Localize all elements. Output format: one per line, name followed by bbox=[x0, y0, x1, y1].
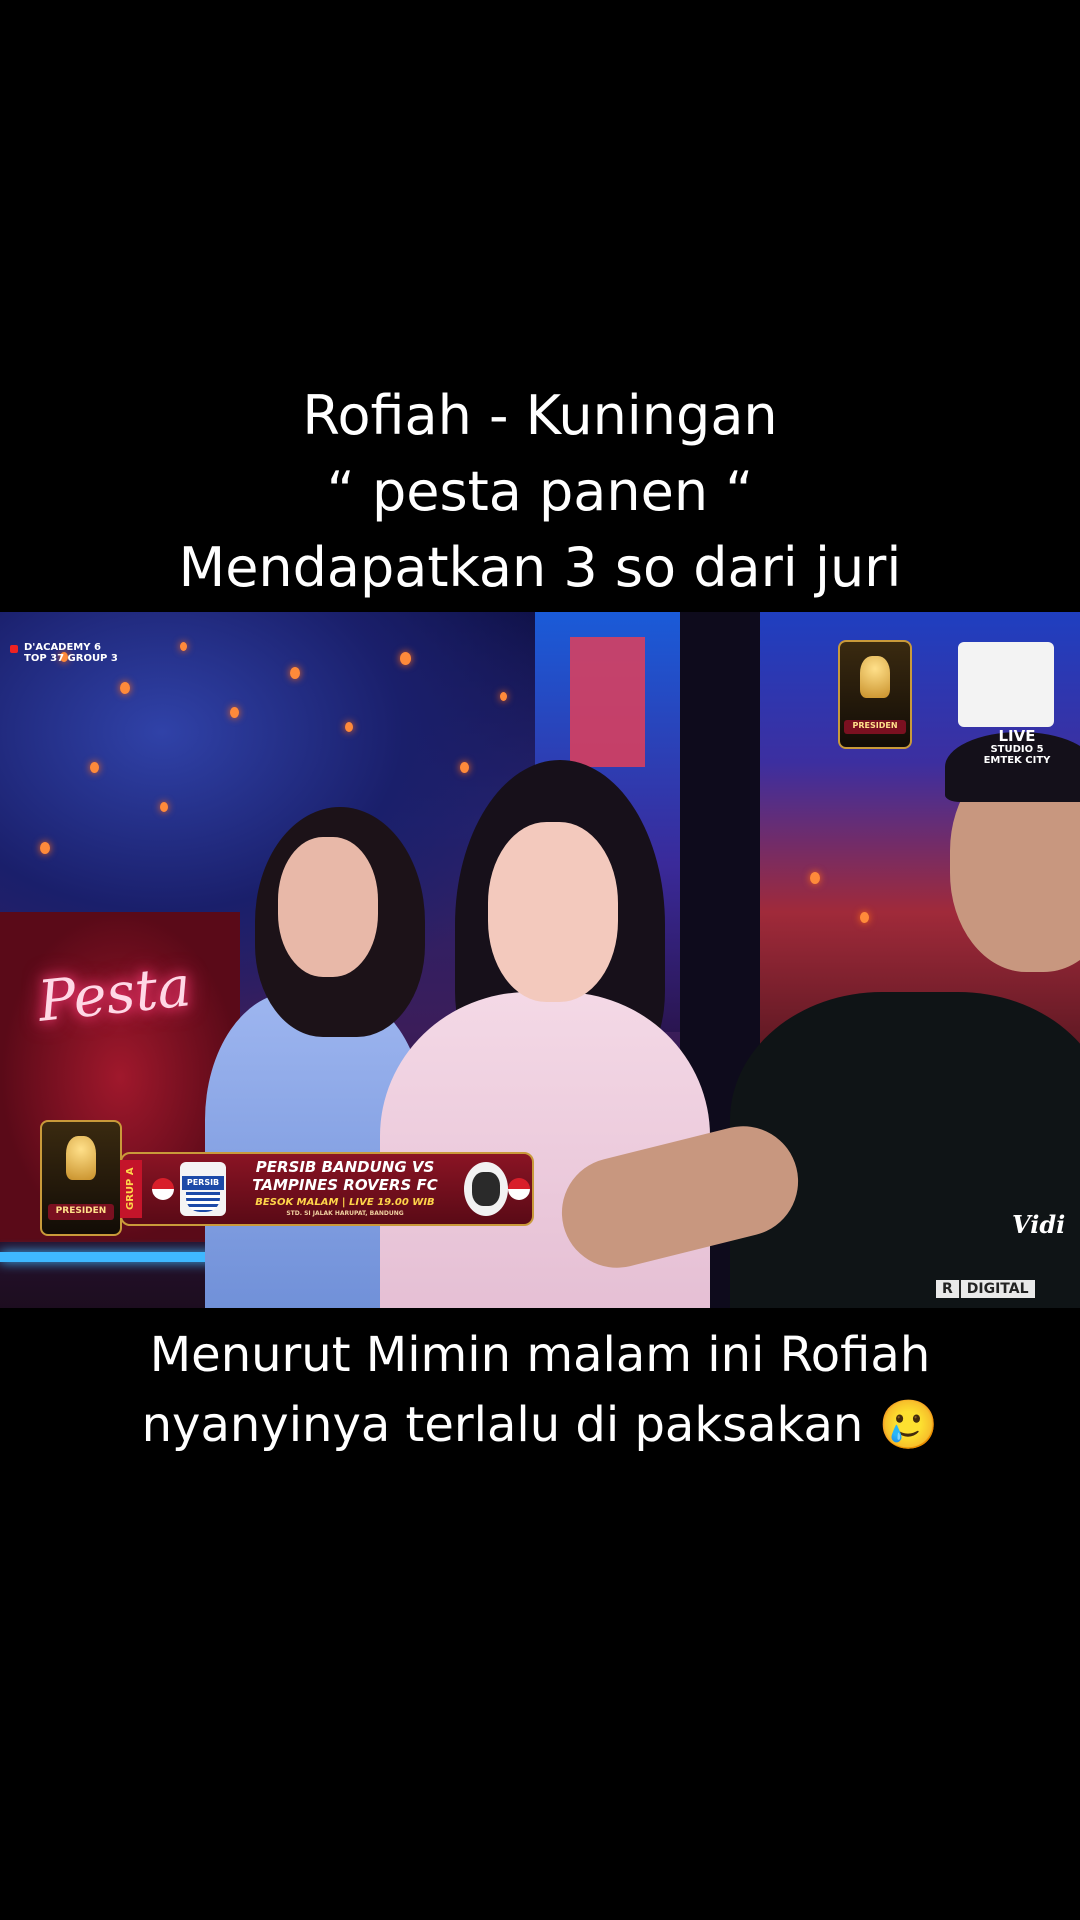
persib-stripes bbox=[186, 1192, 220, 1212]
lantern bbox=[160, 802, 168, 812]
trophy-icon bbox=[860, 656, 890, 698]
match-venue: STD. SI JALAK HARUPAT, BANDUNG bbox=[286, 1210, 404, 1217]
live-location-line-1: STUDIO 5 bbox=[990, 744, 1044, 755]
trophy-icon bbox=[66, 1136, 96, 1180]
caption-bottom-line-1: Menurut Mimin malam ini Rofiah bbox=[149, 1327, 931, 1383]
lantern bbox=[810, 872, 820, 884]
record-dot-icon bbox=[10, 645, 18, 653]
floor-light bbox=[0, 1252, 240, 1262]
lantern bbox=[860, 912, 869, 923]
channel-logo-box bbox=[958, 642, 1054, 727]
caption-bottom-line-2: nyanyinya terlalu di paksakan 🥲 bbox=[141, 1397, 939, 1453]
match-schedule: BESOK MALAM | LIVE 19.00 WIB bbox=[255, 1197, 435, 1208]
rating-badge: R DIGITAL bbox=[936, 1280, 1035, 1298]
match-line-2: TAMPINES ROVERS FC bbox=[252, 1176, 438, 1194]
persib-badge: PERSIB bbox=[180, 1162, 226, 1216]
program-tag-line-1: D'ACADEMY 6 bbox=[24, 642, 101, 653]
lantern bbox=[400, 652, 411, 665]
trophy-ribbon: PRESIDEN bbox=[844, 720, 906, 734]
program-tag-line-2: TOP 37 GROUP 3 bbox=[24, 653, 118, 664]
lantern bbox=[460, 762, 469, 773]
bottom-caption: Menurut Mimin malam ini Rofiah nyanyinya… bbox=[0, 1320, 1080, 1460]
lantern bbox=[500, 692, 507, 701]
trophy-logo-text: PRESIDEN bbox=[852, 721, 898, 730]
performer-center-face bbox=[488, 822, 618, 1002]
tampines-badge bbox=[464, 1162, 508, 1216]
caption-top-line-2: “ pesta panen “ bbox=[326, 460, 754, 523]
group-label: GRUP A bbox=[120, 1160, 142, 1218]
lantern bbox=[90, 762, 99, 773]
lantern bbox=[180, 642, 187, 651]
match-line-1: PERSIB BANDUNG VS bbox=[255, 1158, 435, 1176]
vidio-watermark: Vidi bbox=[1012, 1210, 1066, 1239]
persib-badge-text: PERSIB bbox=[182, 1176, 224, 1190]
banner-logo-text: PRESIDEN bbox=[55, 1206, 107, 1216]
performer-left-face bbox=[278, 837, 378, 977]
program-tag: D'ACADEMY 6 TOP 37 GROUP 3 bbox=[10, 642, 118, 664]
indonesia-flag-icon bbox=[508, 1178, 530, 1200]
rating-label: R bbox=[936, 1280, 961, 1298]
stage-flag bbox=[570, 637, 645, 767]
lantern bbox=[345, 722, 353, 732]
lantern bbox=[230, 707, 239, 718]
caption-top-line-3: Mendapatkan 3 so dari juri bbox=[178, 536, 902, 599]
match-info: PERSIB BANDUNG VS TAMPINES ROVERS FC BES… bbox=[230, 1158, 460, 1218]
top-caption: Rofiah - Kuningan “ pesta panen “ Mendap… bbox=[0, 378, 1080, 606]
live-label: LIVE bbox=[998, 727, 1036, 745]
match-banner: PRESIDEN GRUP A PERSIB PERSIB BANDUNG VS… bbox=[40, 1120, 534, 1240]
indonesia-flag-icon bbox=[152, 1178, 174, 1200]
live-badge: LIVE STUDIO 5 EMTEK CITY bbox=[972, 728, 1062, 766]
channel-label: DIGITAL bbox=[966, 1281, 1029, 1297]
banner-trophy-logo: PRESIDEN bbox=[40, 1120, 122, 1236]
video-frame[interactable]: Pesta D'ACADEMY 6 TOP 37 GROUP 3 PRESIDE… bbox=[0, 612, 1080, 1308]
live-location-line-2: EMTEK CITY bbox=[983, 755, 1051, 766]
trophy-ribbon: PRESIDEN bbox=[48, 1204, 114, 1220]
lantern bbox=[290, 667, 300, 679]
match-banner-bar: GRUP A PERSIB PERSIB BANDUNG VS TAMPINES… bbox=[120, 1152, 534, 1226]
lantern bbox=[120, 682, 130, 694]
tampines-crest-icon bbox=[472, 1172, 500, 1206]
caption-top-line-1: Rofiah - Kuningan bbox=[302, 384, 778, 447]
trophy-logo: PRESIDEN bbox=[838, 640, 912, 749]
lantern bbox=[40, 842, 50, 854]
